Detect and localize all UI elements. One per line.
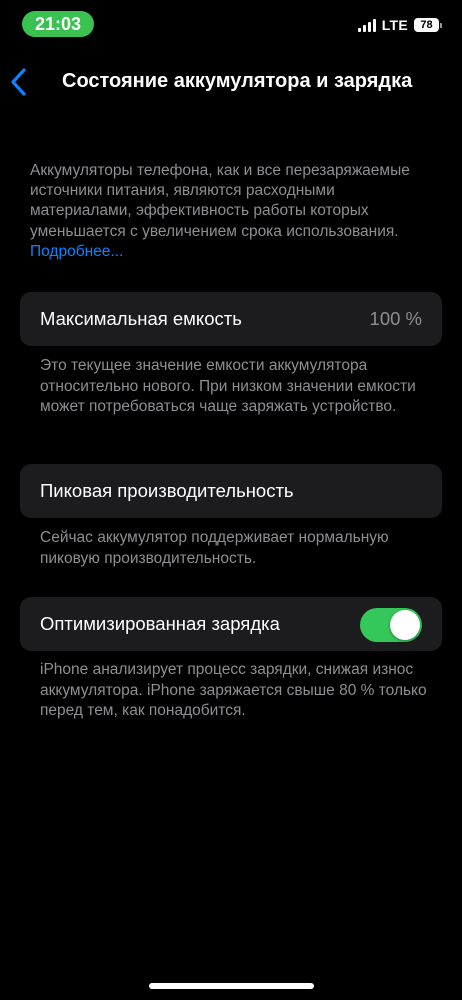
signal-strength-icon <box>357 18 376 32</box>
optimized-charging-label: Оптимизированная зарядка <box>40 613 280 634</box>
peak-performance-footnote: Сейчас аккумулятор поддерживает нормальн… <box>40 529 389 567</box>
page-title: Состояние аккумулятора и зарядка <box>62 70 413 92</box>
learn-more-link[interactable]: Подробнее... <box>30 243 123 260</box>
navigation-bar: Состояние аккумулятора и зарядка <box>0 62 462 102</box>
peak-performance-label: Пиковая производительность <box>40 480 294 501</box>
status-time[interactable]: 21:03 <box>22 11 94 37</box>
home-indicator[interactable] <box>149 983 314 989</box>
optimized-charging-row: Оптимизированная зарядка <box>20 597 442 651</box>
toggle-knob <box>390 610 420 640</box>
battery-cap <box>440 22 442 28</box>
network-type-label: LTE <box>381 17 408 33</box>
battery-icon: 78 <box>414 18 442 32</box>
max-capacity-label: Максимальная емкость <box>40 308 242 329</box>
status-indicators: LTE 78 <box>357 17 442 33</box>
max-capacity-footnote: Это текущее значение емкости аккумулятор… <box>40 357 416 415</box>
status-bar: 21:03 LTE 78 <box>0 0 462 48</box>
intro-text: Аккумуляторы телефона, как и все перезар… <box>30 162 410 240</box>
optimized-charging-footnote: iPhone анализирует процесс зарядки, сниж… <box>40 661 427 719</box>
battery-level: 78 <box>414 18 439 32</box>
chevron-left-icon[interactable] <box>8 64 30 100</box>
max-capacity-row: Максимальная емкость 100 % <box>20 292 442 346</box>
peak-performance-row: Пиковая производительность <box>20 464 442 518</box>
max-capacity-value: 100 % <box>369 308 422 329</box>
intro-description: Аккумуляторы телефона, как и все перезар… <box>30 161 440 262</box>
optimized-charging-toggle[interactable] <box>360 608 422 642</box>
